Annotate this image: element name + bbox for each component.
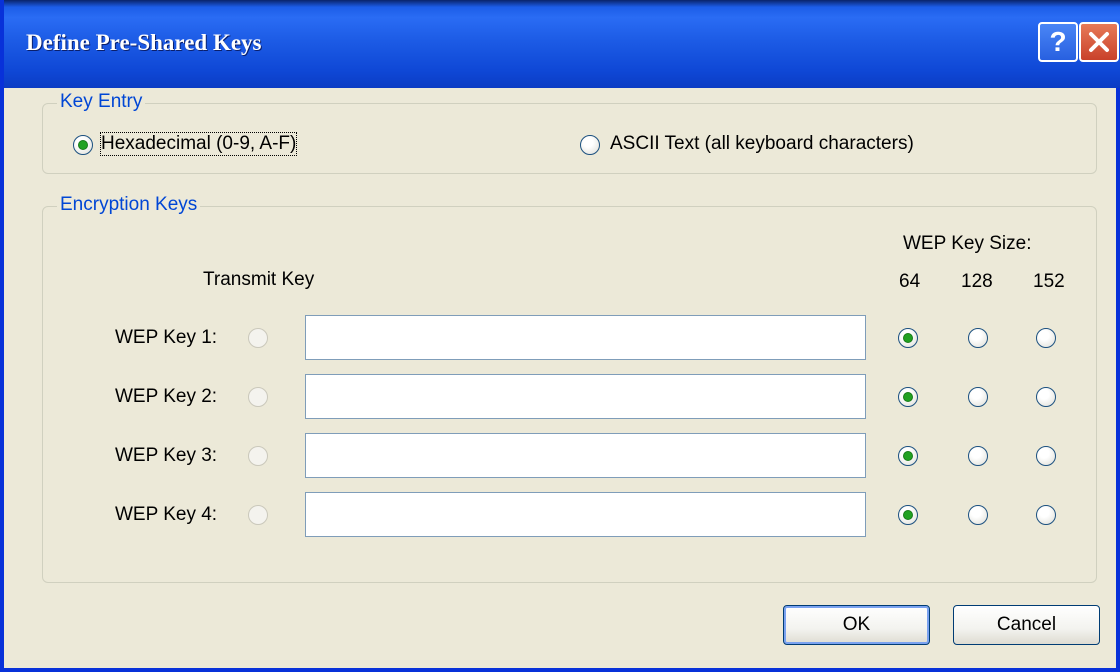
wep-key-4-size-64-radio[interactable]: [898, 505, 918, 525]
hexadecimal-label[interactable]: Hexadecimal (0-9, A-F): [99, 132, 298, 156]
help-button[interactable]: ?: [1038, 22, 1078, 62]
wep-key-3-size-128-radio[interactable]: [968, 446, 988, 466]
wep-key-2-size-64-radio[interactable]: [898, 387, 918, 407]
wep-key-size-header: WEP Key Size:: [903, 233, 1032, 254]
cancel-button[interactable]: Cancel: [953, 605, 1100, 645]
size-152-header: 152: [1033, 271, 1065, 292]
wep-key-1-size-64-radio[interactable]: [898, 328, 918, 348]
wep-key-3-input[interactable]: [305, 433, 866, 478]
wep-key-3-size-152-radio[interactable]: [1036, 446, 1056, 466]
wep-key-3-transmit-radio[interactable]: [248, 446, 268, 466]
question-mark-icon: ?: [1049, 26, 1067, 57]
size-128-header: 128: [961, 271, 993, 292]
wep-key-1-size-152-radio[interactable]: [1036, 328, 1056, 348]
size-64-header: 64: [899, 271, 921, 292]
ok-button[interactable]: OK: [783, 605, 930, 645]
wep-key-2-size-152-radio[interactable]: [1036, 387, 1056, 407]
dialog-title: Define Pre-Shared Keys: [26, 30, 262, 55]
wep-key-4-size-152-radio[interactable]: [1036, 505, 1056, 525]
wep-key-2-label: WEP Key 2:: [115, 386, 218, 407]
wep-key-2-transmit-radio[interactable]: [248, 387, 268, 407]
wep-key-1-transmit-radio[interactable]: [248, 328, 268, 348]
encryption-keys-legend: Encryption Keys: [57, 194, 201, 216]
wep-key-4-label: WEP Key 4:: [115, 504, 218, 525]
wep-key-4-input[interactable]: [305, 492, 866, 537]
encryption-keys-group: Encryption Keys Transmit Key WEP Key Siz…: [42, 194, 1097, 583]
wep-key-1-input[interactable]: [305, 315, 866, 360]
wep-key-4-size-128-radio[interactable]: [968, 505, 988, 525]
wep-key-4-transmit-radio[interactable]: [248, 505, 268, 525]
title-bar[interactable]: Define Pre-Shared Keys ?: [4, 0, 1120, 88]
key-entry-legend: Key Entry: [57, 91, 146, 113]
wep-key-1-size-128-radio[interactable]: [968, 328, 988, 348]
transmit-key-header: Transmit Key: [203, 269, 315, 290]
dialog-body: Key Entry Hexadecimal (0-9, A-F) ASCII T…: [4, 88, 1120, 672]
wep-key-2-size-128-radio[interactable]: [968, 387, 988, 407]
dialog-window: Define Pre-Shared Keys ? Key Entry Hexad…: [0, 0, 1120, 672]
key-entry-group: Key Entry Hexadecimal (0-9, A-F) ASCII T…: [42, 91, 1097, 174]
close-icon: [1089, 32, 1109, 52]
wep-key-1-label: WEP Key 1:: [115, 327, 218, 348]
close-button[interactable]: [1079, 22, 1119, 62]
ascii-text-radio[interactable]: [580, 135, 600, 155]
wep-key-2-input[interactable]: [305, 374, 866, 419]
wep-key-3-label: WEP Key 3:: [115, 445, 218, 466]
ascii-text-label[interactable]: ASCII Text (all keyboard characters): [610, 133, 914, 155]
wep-key-3-size-64-radio[interactable]: [898, 446, 918, 466]
hexadecimal-radio[interactable]: [73, 135, 93, 155]
